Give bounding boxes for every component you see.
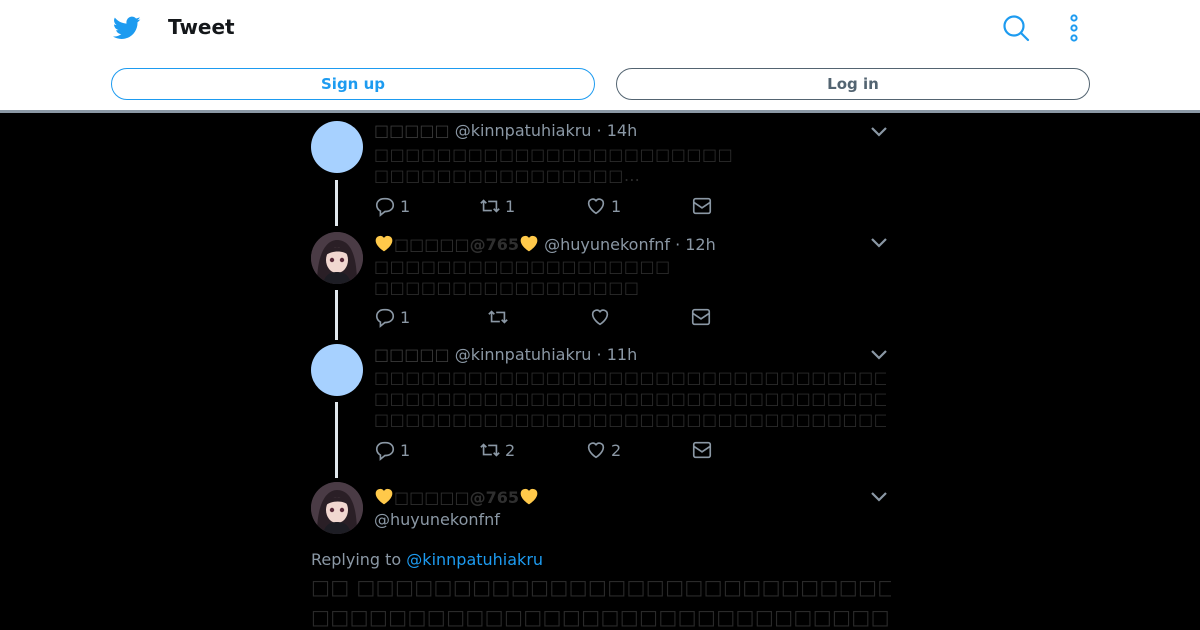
timestamp[interactable]: · 14h (597, 121, 638, 140)
tweet-meta: □□□□□@765 (374, 486, 539, 507)
avatar[interactable] (311, 482, 363, 534)
reply-icon (375, 197, 395, 217)
avatar[interactable] (311, 344, 363, 396)
handle[interactable]: @huyunekonfnf (374, 510, 500, 529)
chevron-down-icon[interactable] (869, 125, 889, 139)
tweet-text-line: □□□□□□□□□□□□□□□□□□□□□□□□□□□□□□□□□□□□□□□□… (374, 368, 886, 387)
tweet-text: □□□□□□□□□□□□□□□□□□□□□□□□□□□□□□□□□ □□□□□□□… (374, 367, 886, 430)
reply-count: 1 (400, 440, 411, 460)
reply-icon (375, 308, 395, 328)
retweet-count: 2 (505, 440, 516, 460)
retweet-button[interactable] (487, 305, 513, 329)
tweet-text-line: □□□□□□□□□□□□□□□□… (374, 166, 641, 185)
yellow-heart-icon (520, 235, 538, 252)
top-bar: Tweet Sign up Log in (0, 0, 1200, 113)
chevron-down-icon[interactable] (869, 236, 889, 250)
timestamp[interactable]: · 11h (597, 345, 638, 364)
display-name[interactable]: □□□□□ (374, 121, 450, 140)
tweet-text-line: □□□□□□□□□□□□□□□□□□□ (374, 257, 671, 276)
anime-avatar-image (311, 482, 363, 534)
mail-icon (692, 441, 712, 459)
log-in-button[interactable]: Log in (616, 68, 1090, 100)
anime-avatar-image (311, 232, 363, 284)
twitter-bird-icon[interactable] (112, 14, 142, 42)
display-name[interactable]: □□□□□ (374, 345, 450, 364)
reply-button[interactable]: 1 (374, 194, 410, 218)
replying-prefix: Replying to (311, 550, 402, 569)
chevron-down-icon[interactable] (869, 348, 889, 362)
yellow-heart-icon (520, 488, 538, 505)
heart-icon (587, 442, 605, 459)
dm-button[interactable] (690, 305, 716, 329)
thread-tweet[interactable]: □□□□□@765 @huyunekonfnf · 12h □□□□□□□□□□… (311, 232, 891, 332)
avatar[interactable] (311, 232, 363, 284)
avatar[interactable] (311, 121, 363, 173)
reply-count: 1 (400, 307, 411, 327)
retweet-button[interactable]: 2 (479, 438, 515, 462)
retweet-icon (488, 310, 508, 324)
mail-icon (692, 197, 712, 215)
thread-tweet[interactable]: □□□□□ @kinnpatuhiakru · 14h □□□□□□□□□□□□… (311, 121, 891, 221)
yellow-heart-icon (375, 235, 393, 252)
display-name[interactable]: □□□□□@765 (394, 488, 519, 507)
like-count: 2 (611, 440, 622, 460)
like-button[interactable]: 2 (585, 438, 621, 462)
tweet-meta: □□□□□ @kinnpatuhiakru · 11h (374, 345, 637, 364)
tweet-actions: 1 (374, 305, 734, 329)
handle[interactable]: @kinnpatuhiakru (455, 345, 592, 364)
thread-tweet[interactable]: □□□□□ @kinnpatuhiakru · 11h □□□□□□□□□□□□… (311, 344, 891, 474)
heart-icon (587, 198, 605, 215)
display-name[interactable]: □□□□□@765 (394, 235, 519, 254)
like-button[interactable]: 1 (585, 194, 621, 218)
page-title: Tweet (168, 15, 235, 39)
tweet-text: □□□□□□□□□□□□□□□□□□□ □□□□□□□□□□□□□□□□□ (374, 256, 671, 298)
dm-button[interactable] (691, 438, 717, 462)
main-tweet-text: □□ □□□□□□□□□□□□□□□□□□□□□□□□□□□□ □□□□□□□□□… (311, 572, 891, 630)
retweet-button[interactable]: 1 (479, 194, 515, 218)
heart-icon (591, 309, 609, 326)
yellow-heart-icon (375, 488, 393, 505)
dm-button[interactable] (691, 194, 717, 218)
reply-button[interactable]: 1 (374, 438, 410, 462)
reply-icon (375, 441, 395, 461)
like-count: 1 (611, 196, 622, 216)
reply-button[interactable]: 1 (374, 305, 410, 329)
retweet-icon (480, 199, 500, 213)
handle[interactable]: @huyunekonfnf (544, 235, 670, 254)
main-tweet: □□□□□@765 @huyunekonfnf (311, 482, 891, 542)
tweet-text: □□□□□□□□□□□□□□□□□□□□□□□ □□□□□□□□□□□□□□□□… (374, 144, 733, 186)
tweet-meta: □□□□□@765 @huyunekonfnf · 12h (374, 233, 716, 254)
retweet-icon (480, 443, 500, 457)
tweet-actions: 1 2 2 (374, 438, 734, 462)
replying-handle-link[interactable]: @kinnpatuhiakru (406, 550, 543, 569)
tweet-meta: □□□□□ @kinnpatuhiakru · 14h (374, 121, 637, 140)
timestamp[interactable]: · 12h (675, 235, 716, 254)
tweet-text-line: □□□□□□□□□□□□□□□□□□□□□□□ (374, 145, 734, 164)
sign-up-button[interactable]: Sign up (111, 68, 595, 100)
main-tweet-text-line: □□ □□□□□□□□□□□□□□□□□□□□□□□□□□□□□□□□□□□□□… (311, 575, 891, 599)
retweet-count: 1 (505, 196, 516, 216)
reply-count: 1 (400, 196, 411, 216)
handle[interactable]: @kinnpatuhiakru (455, 121, 592, 140)
tweet-text-line: □□□□□□□□□□□□□□□□□□□□□□□□□□□□□□□□□□□□□□ (374, 410, 886, 429)
tweet-text-line: □□□□□□□□□□□□□□□□□□□□□□□□□□□□□□□□□□□□□□□□… (374, 389, 886, 408)
like-button[interactable] (589, 305, 615, 329)
more-options-icon[interactable] (1064, 14, 1084, 42)
search-icon[interactable] (1002, 14, 1030, 42)
tweet-actions: 1 1 1 (374, 194, 734, 218)
chevron-down-icon[interactable] (869, 490, 889, 504)
mail-icon (691, 308, 711, 326)
main-tweet-text-line: □□□□□□□□□□□□□□□□□□□□□□□□□□□□□□□□□□□□□□□□… (311, 605, 891, 629)
tweet-text-line: □□□□□□□□□□□□□□□□□ (374, 278, 640, 297)
replying-to: Replying to @kinnpatuhiakru (311, 550, 543, 569)
